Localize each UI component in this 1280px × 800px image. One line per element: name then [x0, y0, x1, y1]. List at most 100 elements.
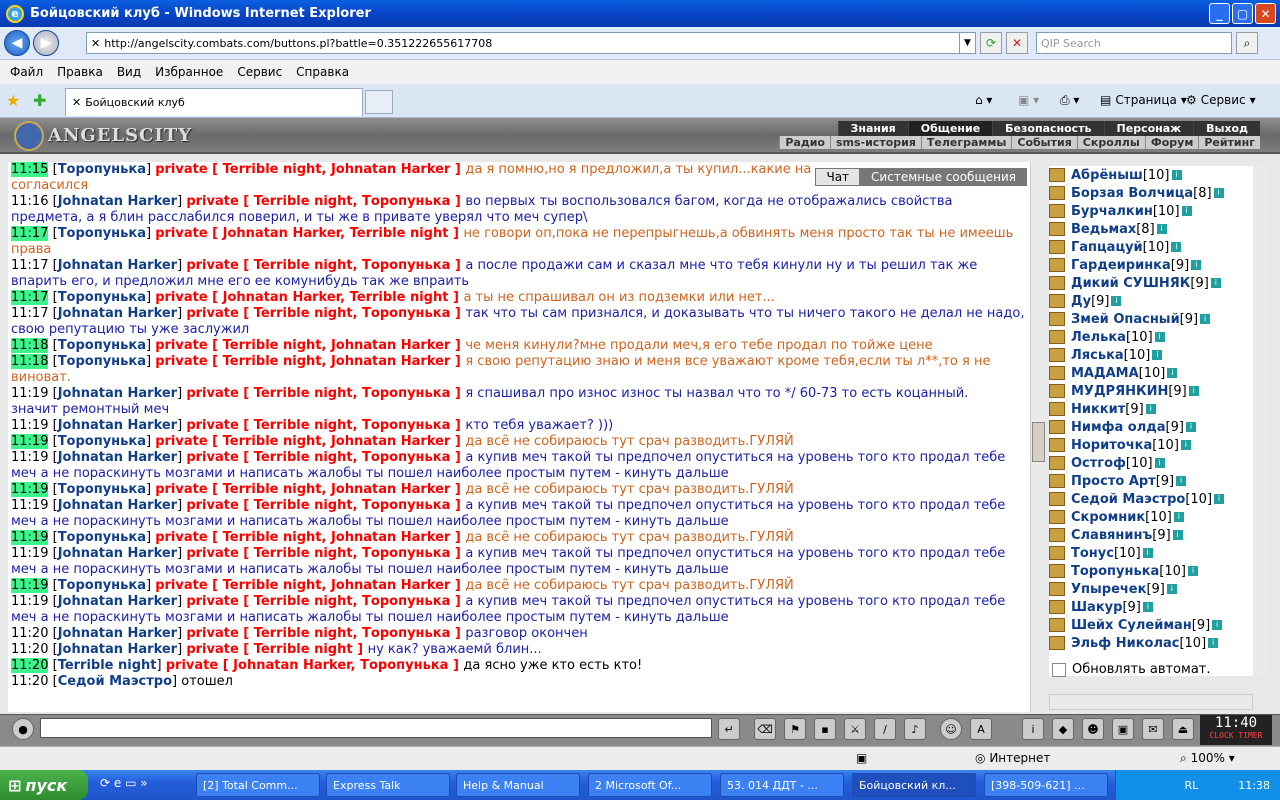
- nav-forum[interactable]: Форум: [1144, 136, 1199, 149]
- user-info-icon[interactable]: i: [1142, 602, 1153, 612]
- minimize-button[interactable]: _: [1209, 3, 1230, 24]
- info-icon[interactable]: i: [1022, 718, 1044, 740]
- nav-scrolls[interactable]: Скроллы: [1076, 136, 1145, 149]
- user-info-icon[interactable]: i: [1176, 476, 1187, 486]
- fight-icon[interactable]: ⚔: [844, 718, 866, 740]
- user-info-icon[interactable]: i: [1172, 530, 1183, 540]
- user-name[interactable]: Просто Арт: [1071, 474, 1156, 489]
- send-icon[interactable]: ↵: [718, 718, 740, 740]
- back-button[interactable]: ◀: [4, 30, 30, 56]
- user-info-icon[interactable]: i: [1212, 620, 1223, 630]
- close-button[interactable]: ✕: [1255, 3, 1276, 24]
- user-name[interactable]: Лелька: [1071, 330, 1126, 345]
- user-name[interactable]: Борзая Волчица: [1071, 186, 1193, 201]
- private-recipients[interactable]: private [ Terrible night ]: [186, 642, 367, 657]
- user-name[interactable]: Змей Опасный: [1071, 312, 1180, 327]
- url-input[interactable]: ✕ http://angelscity.combats.com/buttons.…: [86, 32, 976, 54]
- user-info-icon[interactable]: i: [1171, 242, 1182, 252]
- user-name[interactable]: Нимфа олда: [1071, 420, 1166, 435]
- stop-icon[interactable]: ✕: [1006, 32, 1028, 54]
- translit-icon[interactable]: A: [970, 718, 992, 740]
- user-row[interactable]: Бурчалкин [10] i: [1049, 202, 1255, 220]
- chat-options-icon[interactable]: ●: [12, 718, 34, 740]
- user-info-icon[interactable]: i: [1173, 512, 1184, 522]
- user-info-icon[interactable]: i: [1191, 260, 1202, 270]
- private-recipients[interactable]: private [ Terrible night, Торопунька ]: [186, 194, 465, 209]
- slash-icon[interactable]: /: [874, 718, 896, 740]
- user-info-icon[interactable]: i: [1154, 332, 1165, 342]
- tab-fightclub[interactable]: ✕ Бойцовский клуб: [65, 88, 363, 116]
- message-author[interactable]: Johnatan Harker: [58, 418, 177, 433]
- private-message-icon[interactable]: [1049, 330, 1065, 344]
- user-info-icon[interactable]: i: [1154, 458, 1165, 468]
- user-name[interactable]: Торопунька: [1071, 564, 1159, 579]
- forward-button[interactable]: ▶: [33, 30, 59, 56]
- nav-exit[interactable]: Выход: [1193, 121, 1260, 136]
- private-message-icon[interactable]: [1049, 384, 1065, 398]
- taskbar-item-expresstalk[interactable]: Express Talk: [326, 773, 450, 797]
- message-author[interactable]: Торопунька: [58, 226, 146, 241]
- user-info-icon[interactable]: i: [1185, 422, 1196, 432]
- user-row[interactable]: Шейх Сулейман [9] i: [1049, 616, 1255, 634]
- user-list-hscrollbar[interactable]: [1049, 694, 1253, 710]
- message-author[interactable]: Johnatan Harker: [58, 258, 177, 273]
- user-info-icon[interactable]: i: [1142, 548, 1153, 558]
- add-favorites-icon[interactable]: ✚: [33, 91, 46, 110]
- user-row[interactable]: Седой Маэстро [10] i: [1049, 490, 1255, 508]
- private-recipients[interactable]: private [ Terrible night, Johnatan Harke…: [155, 434, 465, 449]
- private-recipients[interactable]: private [ Terrible night, Johnatan Harke…: [155, 338, 465, 353]
- private-message-icon[interactable]: [1049, 474, 1065, 488]
- tab-system-messages[interactable]: Системные сообщения: [860, 168, 1027, 186]
- nav-communication[interactable]: Общение: [907, 121, 993, 136]
- user-row[interactable]: Ду [9] i: [1049, 292, 1255, 310]
- private-message-icon[interactable]: [1049, 618, 1065, 632]
- private-message-icon[interactable]: [1049, 438, 1065, 452]
- private-recipients[interactable]: private [ Terrible night, Торопунька ]: [186, 498, 465, 513]
- private-recipients[interactable]: private [ Johnatan Harker, Торопунька ]: [166, 658, 464, 673]
- private-recipients[interactable]: private [ Terrible night, Торопунька ]: [186, 306, 465, 321]
- message-author[interactable]: Johnatan Harker: [58, 450, 177, 465]
- user-info-icon[interactable]: i: [1181, 206, 1192, 216]
- user-name[interactable]: Гардеиринка: [1071, 258, 1171, 273]
- private-message-icon[interactable]: [1049, 258, 1065, 272]
- private-recipients[interactable]: private [ Terrible night, Johnatan Harke…: [155, 578, 465, 593]
- message-author[interactable]: Торопунька: [58, 578, 146, 593]
- private-message-icon[interactable]: [1049, 420, 1065, 434]
- user-info-icon[interactable]: i: [1214, 494, 1225, 504]
- save-icon[interactable]: ▪: [814, 718, 836, 740]
- menu-favorites[interactable]: Избранное: [155, 65, 223, 79]
- nav-telegrams[interactable]: Телеграммы: [920, 136, 1011, 149]
- private-message-icon[interactable]: [1049, 402, 1065, 416]
- private-recipients[interactable]: private [ Terrible night, Торопунька ]: [186, 418, 465, 433]
- search-icon[interactable]: ⌕: [1236, 32, 1258, 54]
- taskbar-item-totalcmd[interactable]: [2] Total Comm...: [196, 773, 320, 797]
- new-tab-button[interactable]: [365, 90, 393, 114]
- user-row[interactable]: Ляська [10] i: [1049, 346, 1255, 364]
- inventory-icon[interactable]: ◆: [1052, 718, 1074, 740]
- user-info-icon[interactable]: i: [1152, 350, 1163, 360]
- page-menu[interactable]: ▤ Страница ▾: [1100, 93, 1187, 107]
- user-info-icon[interactable]: i: [1208, 638, 1219, 648]
- user-name[interactable]: Ляська: [1071, 348, 1124, 363]
- message-author[interactable]: Johnatan Harker: [58, 626, 177, 641]
- user-row[interactable]: МУДРЯНКИН [9] i: [1049, 382, 1255, 400]
- user-row[interactable]: Лелька [10] i: [1049, 328, 1255, 346]
- private-recipients[interactable]: private [ Terrible night, Johnatan Harke…: [155, 482, 465, 497]
- lock-icon[interactable]: ▣: [1112, 718, 1134, 740]
- user-name[interactable]: Шейх Сулейман: [1071, 618, 1192, 633]
- user-row[interactable]: МАДАМА [10] i: [1049, 364, 1255, 382]
- private-recipients[interactable]: private [ Terrible night, Торопунька ]: [186, 386, 465, 401]
- private-recipients[interactable]: private [ Terrible night, Торопунька ]: [186, 594, 465, 609]
- menu-view[interactable]: Вид: [117, 65, 141, 79]
- user-name[interactable]: Скромник: [1071, 510, 1145, 525]
- user-name[interactable]: Абрёныш: [1071, 168, 1143, 183]
- smiley-icon[interactable]: ☺: [940, 718, 962, 740]
- user-name[interactable]: Шакур: [1071, 600, 1122, 615]
- scroll-thumb[interactable]: [1032, 422, 1045, 462]
- message-author[interactable]: Johnatan Harker: [58, 546, 177, 561]
- user-info-icon[interactable]: i: [1200, 314, 1211, 324]
- chat-scrollbar[interactable]: [1030, 162, 1046, 712]
- user-name[interactable]: Славянинъ: [1071, 528, 1152, 543]
- refresh-icon[interactable]: ⟳: [980, 32, 1002, 54]
- start-button[interactable]: ⊞ пуск: [0, 770, 88, 800]
